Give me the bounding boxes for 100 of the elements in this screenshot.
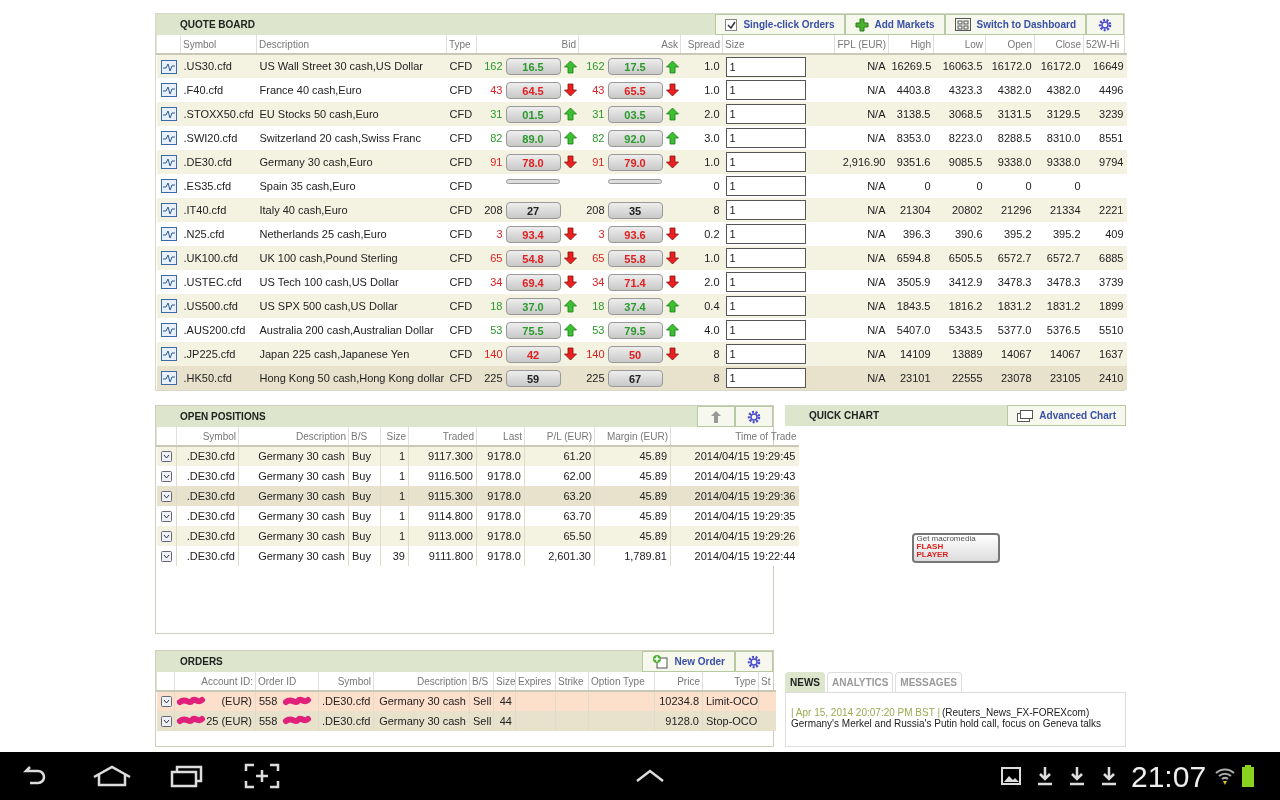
size-input[interactable]: 1 [725, 272, 806, 292]
price-button[interactable]: 65.5 [607, 81, 663, 99]
price-button[interactable] [607, 179, 662, 184]
news-headline[interactable]: Germany's Merkel and Russia's Putin hold call, focus on Geneva talks [791, 718, 1120, 729]
price-button[interactable]: 35 [607, 201, 663, 219]
column-header[interactable]: Order ID [255, 672, 319, 691]
price-button[interactable]: 37.0 [505, 297, 561, 315]
table-row[interactable]: .DE30.cfd Germany 30 cash Buy 39 9111.800 9178.0 2,601.30 1,789.81 2014/04/15 19:22:44 [156, 546, 799, 566]
toolbar-button[interactable]: Add Markets [844, 14, 945, 35]
price-button[interactable]: 17.5 [607, 58, 663, 75]
column-header[interactable]: Option Type [588, 672, 655, 691]
screenshot-icon[interactable] [244, 763, 280, 789]
size-input[interactable]: 1 [725, 176, 806, 196]
column-header[interactable]: Size [380, 427, 409, 446]
price-button[interactable]: 27 [505, 201, 561, 219]
column-header[interactable]: Description [373, 672, 470, 691]
column-header[interactable]: Type [446, 35, 477, 54]
price-button[interactable]: 37.4 [607, 297, 663, 315]
price-button[interactable]: 71.4 [607, 273, 663, 291]
column-header[interactable]: Low [933, 35, 986, 54]
settings-button[interactable] [735, 651, 773, 672]
column-header[interactable]: Size [493, 672, 516, 691]
home-icon[interactable] [92, 765, 132, 787]
settings-button[interactable] [1086, 14, 1124, 35]
column-header[interactable]: Close [1034, 35, 1084, 54]
table-row[interactable]: .N25.cfd Netherlands 25 cash,Euro CFD 3 93.4 3 93.6 0.2 1 N/A 396.3 390.6 395.2 395.2 409 [156, 222, 1127, 246]
price-button[interactable]: 54.8 [505, 249, 561, 267]
column-header[interactable]: Size [722, 35, 835, 54]
toolbar-button[interactable]: Switch to Dashboard [944, 14, 1086, 35]
tab[interactable]: MESSAGES [895, 672, 962, 692]
price-button[interactable] [505, 179, 560, 184]
size-input[interactable]: 1 [725, 224, 806, 244]
column-header[interactable]: Margin (EUR) [594, 427, 671, 446]
column-header[interactable]: St [758, 672, 776, 691]
column-header[interactable]: Spread [680, 35, 723, 54]
column-header[interactable]: Symbol [176, 427, 239, 446]
table-row[interactable]: .US500.cfd US SPX 500 cash,US Dollar CFD 18 37.0 18 37.4 0.4 1 N/A 1843.5 1816.2 1831.2 1831.2 1899 [156, 294, 1127, 318]
price-button[interactable]: 67 [607, 369, 663, 387]
price-button[interactable]: 55.8 [607, 249, 663, 267]
size-input[interactable]: 1 [725, 80, 806, 100]
price-button[interactable]: 79.0 [607, 153, 663, 171]
table-row[interactable]: 25 (EUR) 558 .DE30.cfd Germany 30 cash Sell 44 9128.0 Stop-OCO [156, 711, 776, 731]
column-header[interactable]: 52W-Hi [1083, 35, 1127, 54]
price-button[interactable]: 64.5 [505, 81, 561, 99]
size-input[interactable]: 1 [725, 128, 806, 148]
column-header[interactable]: Open [985, 35, 1035, 54]
column-header[interactable]: Bid [476, 35, 579, 54]
table-row[interactable]: (EUR) 558 .DE30.cfd Germany 30 cash Sell 44 10234.8 Limit-OCO [156, 691, 776, 711]
price-button[interactable]: 01.5 [505, 105, 561, 123]
size-input[interactable]: 1 [725, 56, 806, 77]
column-header[interactable]: Time of Trade [670, 427, 799, 446]
table-row[interactable]: .HK50.cfd Hong Kong 50 cash,Hong Kong dollar CFD 225 59 225 67 8 1 N/A 23101 22555 23078 23105 2410 [156, 366, 1127, 390]
column-header[interactable]: High [888, 35, 934, 54]
table-row[interactable]: .IT40.cfd Italy 40 cash,Euro CFD 208 27 208 35 8 1 N/A 21304 20802 21296 21334 2221 [156, 198, 1127, 222]
column-header[interactable]: Expires [515, 672, 556, 691]
table-row[interactable]: .SWI20.cfd Switzerland 20 cash,Swiss Franc CFD 82 89.0 82 92.0 3.0 1 N/A 8353.0 8223.0 8288.5 8310.0 8551 [156, 126, 1127, 150]
price-button[interactable]: 03.5 [607, 105, 663, 123]
table-row[interactable]: .DE30.cfd Germany 30 cash Buy 1 9113.000 9178.0 65.50 45.89 2014/04/15 19:29:26 [156, 526, 799, 546]
column-header[interactable]: Strike [555, 672, 589, 691]
toolbar-button[interactable]: Advanced Chart [1007, 405, 1126, 426]
table-row[interactable]: .DE30.cfd Germany 30 cash Buy 1 9116.500 9178.0 62.00 45.89 2014/04/15 19:29:43 [156, 466, 799, 486]
settings-button[interactable] [735, 406, 773, 427]
column-header[interactable]: B/S [469, 672, 494, 691]
price-button[interactable]: 69.4 [505, 273, 561, 291]
price-button[interactable]: 79.5 [607, 321, 663, 339]
price-button[interactable]: 78.0 [505, 153, 561, 171]
size-input[interactable]: 1 [725, 104, 806, 124]
column-header[interactable]: Description [256, 35, 447, 54]
table-row[interactable]: .USTEC.cfd US Tech 100 cash,US Dollar CFD 34 69.4 34 71.4 2.0 1 N/A 3505.9 3412.9 3478.3 3478.3 3739 [156, 270, 1127, 294]
column-header[interactable]: Description [238, 427, 349, 446]
size-input[interactable]: 1 [725, 200, 806, 220]
column-header[interactable]: Last [476, 427, 525, 446]
column-header[interactable]: Symbol [180, 35, 257, 54]
table-row[interactable]: .ES35.cfd Spain 35 cash,Euro CFD 0 1 N/A 0 0 0 0 [156, 174, 1127, 198]
column-header[interactable]: Type [702, 672, 759, 691]
size-input[interactable]: 1 [725, 368, 806, 388]
table-row[interactable]: .UK100.cfd UK 100 cash,Pound Sterling CFD 65 54.8 65 55.8 1.0 1 N/A 6594.8 6505.5 6572.7 6572.7 6885 [156, 246, 1127, 270]
table-row[interactable]: .DE30.cfd Germany 30 cash Buy 1 9115.300 9178.0 63.20 45.89 2014/04/15 19:29:36 [156, 486, 799, 506]
price-button[interactable]: 59 [505, 369, 561, 387]
checkbox[interactable] [725, 18, 738, 31]
price-button[interactable]: 50 [607, 345, 663, 363]
table-row[interactable]: .F40.cfd France 40 cash,Euro CFD 43 64.5 43 65.5 1.0 1 N/A 4403.8 4323.3 4382.0 4382.0 4496 [156, 78, 1127, 102]
flash-player-badge[interactable]: Get macromedia FLASH PLAYER [911, 532, 1000, 563]
size-input[interactable]: 1 [725, 152, 806, 172]
table-row[interactable]: .DE30.cfd Germany 30 cash Buy 1 9117.300 9178.0 61.20 45.89 2014/04/15 19:29:45 [156, 446, 799, 466]
table-row[interactable]: .DE30.cfd Germany 30 cash Buy 1 9114.800 9178.0 63.70 45.89 2014/04/15 19:29:35 [156, 506, 799, 526]
column-header[interactable]: FPL (EUR) [834, 35, 889, 54]
tab[interactable]: ANALYTICS [827, 672, 894, 692]
toolbar-button[interactable]: New Order [642, 651, 735, 672]
toolbar-button[interactable]: Single-click Orders [715, 14, 845, 35]
tab[interactable]: NEWS [785, 672, 825, 692]
column-header[interactable]: Symbol [318, 672, 374, 691]
column-header[interactable]: P/L (EUR) [524, 427, 595, 446]
table-row[interactable]: .JP225.cfd Japan 225 cash,Japanese Yen CFD 140 42 140 50 8 1 N/A 14109 13889 14067 14067 1637 [156, 342, 1127, 366]
price-button[interactable]: 16.5 [505, 58, 561, 75]
column-header[interactable]: Traded [408, 427, 477, 446]
size-input[interactable]: 1 [725, 344, 806, 364]
column-header[interactable]: B/S [348, 427, 381, 446]
size-input[interactable]: 1 [725, 296, 806, 316]
size-input[interactable]: 1 [725, 248, 806, 268]
